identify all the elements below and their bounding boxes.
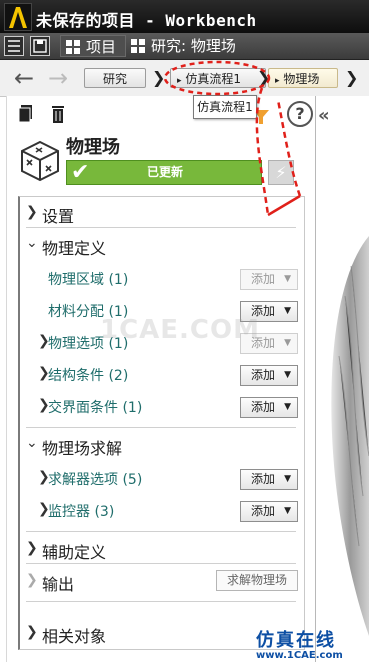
divider — [26, 531, 296, 532]
tab-bar: 项目 研究: 物理场 — [0, 33, 369, 60]
section-label: 辅助定义 — [42, 543, 107, 562]
caret-down-icon: ▼ — [284, 306, 291, 316]
tree-panel: ❯ 设置 ⌄ 物理定义 物理区域 (1) 添加 ▼ 材料分配 (1) 添加 ▼ ❯ … — [18, 196, 305, 650]
grid-icon — [130, 38, 146, 54]
caret-down-icon: ▼ — [284, 338, 291, 348]
item-label: 结构条件 (2) — [48, 368, 129, 384]
chevron-down-icon: ⌄ — [26, 435, 38, 451]
chevron-right-icon: ❯ — [345, 68, 359, 87]
divider — [26, 601, 296, 602]
section-label: 物理场求解 — [42, 439, 123, 458]
tab-project-label: 项目 — [86, 38, 117, 56]
section-label: 设置 — [42, 207, 75, 226]
breadcrumb: ← → 研究 ❯ ▸ 仿真流程1 ❯ ▸ 物理场 ❯ — [0, 60, 369, 97]
add-label: 添加 — [251, 504, 276, 518]
tab-physics[interactable]: 研究: 物理场 — [130, 35, 236, 57]
caret-down-icon: ▼ — [284, 402, 291, 412]
app-logo-icon — [4, 3, 32, 31]
breadcrumb-item-physics[interactable]: ▸ 物理场 — [268, 68, 338, 88]
collapse-icon[interactable]: « — [318, 105, 330, 126]
chevron-down-icon: ⌄ — [26, 235, 38, 251]
graphics-viewport[interactable] — [315, 96, 369, 666]
add-button[interactable]: 添加 ▼ — [240, 269, 298, 290]
section-label: 物理定义 — [42, 239, 107, 258]
add-label: 添加 — [251, 472, 276, 486]
watermark: 1CAE.COM — [100, 315, 260, 345]
status-badge: ✔ 已更新 — [66, 160, 262, 185]
item-label: 监控器 (3) — [48, 504, 115, 520]
chevron-right-icon: ❯ — [26, 204, 38, 220]
chevron-right-icon: ❯ — [26, 572, 38, 588]
breadcrumb-physics-label: 物理场 — [283, 72, 320, 86]
caret-right-icon: ▸ — [177, 76, 182, 86]
divider — [26, 563, 296, 564]
list-icon[interactable] — [4, 36, 24, 56]
divider — [26, 227, 296, 228]
item-label: 物理区域 (1) — [48, 272, 129, 288]
breadcrumb-flow-label: 仿真流程1 — [185, 72, 241, 86]
node-title: 物理场 — [66, 137, 120, 158]
caret-down-icon: ▼ — [284, 274, 291, 284]
caret-down-icon: ▼ — [284, 474, 291, 484]
divider — [26, 427, 296, 428]
caret-right-icon: ▸ — [275, 76, 280, 86]
chevron-right-icon: ❯ — [26, 624, 38, 640]
section-label: 输出 — [42, 575, 75, 594]
delete-icon[interactable] — [50, 104, 66, 124]
add-button[interactable]: 添加 ▼ — [240, 397, 298, 418]
tab-physics-label: 研究: 物理场 — [151, 37, 236, 55]
lightning-icon[interactable]: ⚡ — [268, 160, 294, 185]
site-logo: 仿真在线 — [256, 630, 336, 651]
add-button[interactable]: 添加 ▼ — [240, 365, 298, 386]
window-title: 未保存的项目 - Workbench — [36, 11, 257, 30]
site-url: www.1CAE.com — [256, 650, 343, 661]
back-arrow-icon[interactable]: ← — [14, 66, 34, 90]
item-label: 交界面条件 (1) — [48, 400, 143, 416]
forward-arrow-icon[interactable]: → — [48, 66, 68, 90]
add-label: 添加 — [251, 272, 276, 286]
status-label: 已更新 — [146, 165, 183, 179]
physics-node-icon — [20, 140, 60, 182]
add-label: 添加 — [251, 400, 276, 414]
solve-physics-button[interactable]: 求解物理场 — [216, 570, 298, 591]
grid-icon — [65, 39, 81, 55]
save-icon[interactable] — [30, 36, 50, 56]
caret-down-icon: ▼ — [284, 370, 291, 380]
breadcrumb-tooltip: 仿真流程1 — [193, 95, 257, 119]
section-label: 相关对象 — [42, 627, 107, 646]
add-button[interactable]: 添加 ▼ — [240, 469, 298, 490]
caret-down-icon: ▼ — [284, 506, 291, 516]
breadcrumb-item-flow[interactable]: ▸ 仿真流程1 — [170, 68, 266, 88]
chevron-right-icon: ❯ — [152, 68, 166, 87]
add-button[interactable]: 添加 ▼ — [240, 501, 298, 522]
breadcrumb-item-study[interactable]: 研究 — [84, 68, 146, 88]
item-label: 求解器选项 (5) — [48, 472, 143, 488]
copy-icon[interactable] — [18, 104, 34, 124]
add-label: 添加 — [251, 368, 276, 382]
help-icon[interactable]: ? — [287, 101, 313, 127]
tab-project[interactable]: 项目 — [60, 35, 126, 57]
chevron-right-icon: ❯ — [26, 540, 38, 556]
title-bar: 未保存的项目 - Workbench — [0, 0, 369, 33]
